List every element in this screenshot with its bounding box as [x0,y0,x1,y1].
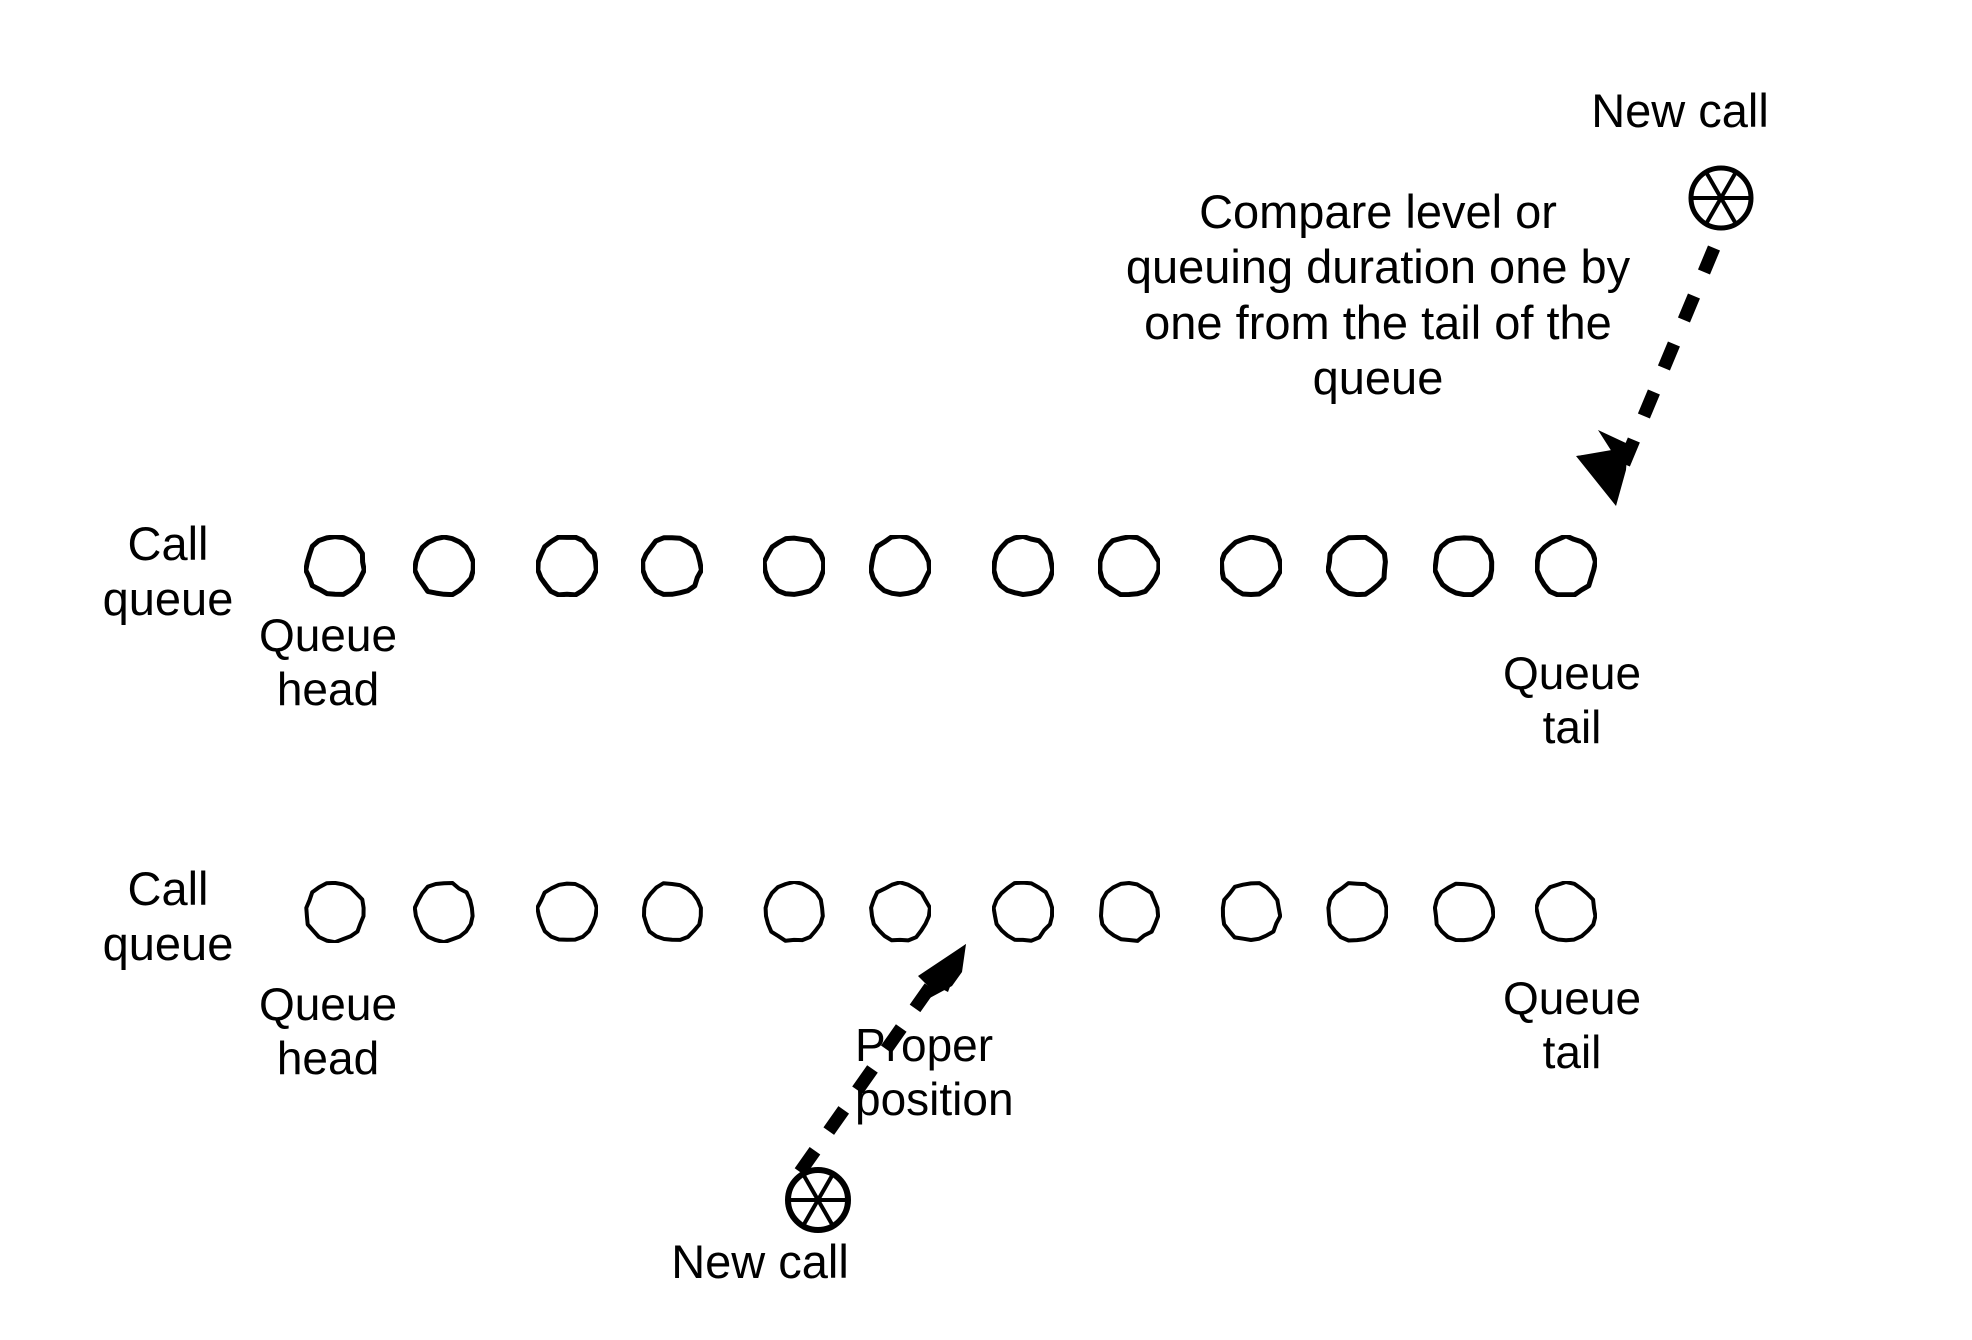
diagram-canvas: New call Compare level or queuing durati… [0,0,1972,1340]
queue-tail-label-row2: Queue tail [1502,972,1642,1078]
queued-call-circle [641,535,703,597]
compare-caption: Compare level or queuing duration one by… [1125,185,1631,405]
queued-call-circle [992,881,1054,943]
queued-call-circle [1326,535,1388,597]
queued-call-circle [536,881,598,943]
queued-call-circle [413,881,475,943]
queued-call-circle [1535,535,1597,597]
new-call-top-label: New call [1591,84,1769,137]
queued-call-circle [536,535,598,597]
queued-call-circle [1433,881,1495,943]
queued-call-circle [413,535,475,597]
queued-call-circle [869,535,931,597]
proper-position-label: Proper position [855,1019,1014,1126]
queue-head-label-row2: Queue head [258,978,398,1084]
queued-call-circle [1220,535,1282,597]
queued-call-circle [304,881,366,943]
new-call-wheel-icon [1684,161,1758,235]
queued-call-circle [1220,881,1282,943]
queue-head-label-row1: Queue head [258,609,398,715]
queued-call-circle [1326,881,1388,943]
queued-call-circle [304,535,366,597]
queued-call-circle [869,881,931,943]
queued-call-circle [641,881,703,943]
new-call-wheel-icon [781,1163,855,1237]
queue-tail-label-row1: Queue tail [1502,647,1642,753]
queued-call-circle [1433,535,1495,597]
queued-call-circle [1535,881,1597,943]
queued-call-circle [992,535,1054,597]
queued-call-circle [1098,535,1160,597]
queued-call-circle [763,535,825,597]
new-call-bottom-label: New call [671,1235,849,1288]
call-queue-label-row2: Call queue [102,862,234,970]
queued-call-circle [1098,881,1160,943]
queued-call-circle [763,881,825,943]
